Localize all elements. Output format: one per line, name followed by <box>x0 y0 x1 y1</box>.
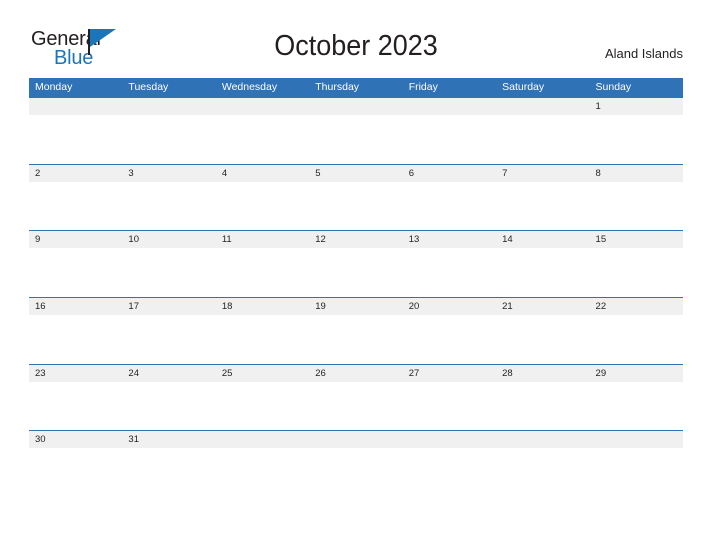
day-cell[interactable]: 22 <box>590 298 683 315</box>
day-cell[interactable]: 26 <box>309 365 402 382</box>
region-label: Aland Islands <box>604 46 683 61</box>
day-cell[interactable] <box>403 431 496 448</box>
day-cell[interactable] <box>309 98 402 115</box>
day-cell[interactable]: 29 <box>590 365 683 382</box>
day-cell[interactable]: 17 <box>122 298 215 315</box>
week-daynumbers: 9 10 11 12 13 14 15 <box>29 231 683 249</box>
day-cell[interactable]: 27 <box>403 365 496 382</box>
day-cell[interactable] <box>309 431 402 448</box>
week-daynumbers: 30 31 <box>29 431 683 449</box>
weekday-header-monday: Monday <box>35 81 73 93</box>
day-cell[interactable]: 1 <box>590 98 683 115</box>
calendar-grid: Monday Tuesday Wednesday Thursday Friday… <box>29 78 683 498</box>
week-daynumbers: 1 <box>29 98 683 115</box>
page-header: General Blue October 2023 Aland Islands <box>0 0 712 76</box>
day-cell[interactable]: 7 <box>496 165 589 182</box>
day-cell[interactable] <box>29 98 122 115</box>
day-cell[interactable]: 24 <box>122 365 215 382</box>
weekday-header-thursday: Thursday <box>315 81 360 93</box>
week-notes-area[interactable] <box>29 381 683 431</box>
day-cell[interactable]: 10 <box>122 231 215 248</box>
page-title: October 2023 <box>274 30 438 62</box>
day-cell[interactable]: 28 <box>496 365 589 382</box>
week-notes-area[interactable] <box>29 248 683 298</box>
day-cell[interactable]: 23 <box>29 365 122 382</box>
week-daynumbers: 23 24 25 26 27 28 29 <box>29 364 683 382</box>
day-cell[interactable] <box>403 98 496 115</box>
day-cell[interactable]: 3 <box>122 165 215 182</box>
day-cell[interactable]: 6 <box>403 165 496 182</box>
week-notes-area[interactable] <box>29 181 683 231</box>
day-cell[interactable]: 8 <box>590 165 683 182</box>
week-row: 30 31 <box>29 430 683 498</box>
day-cell[interactable]: 4 <box>216 165 309 182</box>
calendar-page: General Blue October 2023 Aland Islands … <box>0 0 712 550</box>
day-cell[interactable]: 2 <box>29 165 122 182</box>
day-cell[interactable]: 9 <box>29 231 122 248</box>
week-row: 9 10 11 12 13 14 15 <box>29 230 683 298</box>
day-cell[interactable]: 13 <box>403 231 496 248</box>
day-cell[interactable] <box>122 98 215 115</box>
day-cell[interactable]: 11 <box>216 231 309 248</box>
week-row: 1 <box>29 97 683 164</box>
day-cell[interactable]: 31 <box>122 431 215 448</box>
week-row: 23 24 25 26 27 28 29 <box>29 363 683 431</box>
day-cell[interactable] <box>216 431 309 448</box>
week-notes-area[interactable] <box>29 448 683 498</box>
day-cell[interactable]: 20 <box>403 298 496 315</box>
day-cell[interactable]: 19 <box>309 298 402 315</box>
day-cell[interactable]: 15 <box>590 231 683 248</box>
week-row: 2 3 4 5 6 7 8 <box>29 163 683 231</box>
day-cell[interactable] <box>496 98 589 115</box>
week-daynumbers: 16 17 18 19 20 21 22 <box>29 298 683 316</box>
weekday-header-saturday: Saturday <box>502 81 545 93</box>
day-cell[interactable]: 5 <box>309 165 402 182</box>
day-cell[interactable]: 25 <box>216 365 309 382</box>
weekday-header-tuesday: Tuesday <box>128 81 169 93</box>
week-row: 16 17 18 19 20 21 22 <box>29 297 683 365</box>
day-cell[interactable] <box>496 431 589 448</box>
day-cell[interactable]: 18 <box>216 298 309 315</box>
weekday-header-wednesday: Wednesday <box>221 81 278 93</box>
day-cell[interactable] <box>216 98 309 115</box>
week-notes-area[interactable] <box>29 315 683 365</box>
day-cell[interactable] <box>590 431 683 448</box>
day-cell[interactable]: 16 <box>29 298 122 315</box>
weekday-header-friday: Friday <box>408 81 438 93</box>
weekday-header-sunday: Sunday <box>595 81 632 93</box>
day-cell[interactable]: 30 <box>29 431 122 448</box>
week-notes-area[interactable] <box>29 115 683 164</box>
day-cell[interactable]: 12 <box>309 231 402 248</box>
weekday-header-row: Monday Tuesday Wednesday Thursday Friday… <box>29 78 683 97</box>
day-cell[interactable]: 14 <box>496 231 589 248</box>
week-daynumbers: 2 3 4 5 6 7 8 <box>29 164 683 182</box>
day-cell[interactable]: 21 <box>496 298 589 315</box>
